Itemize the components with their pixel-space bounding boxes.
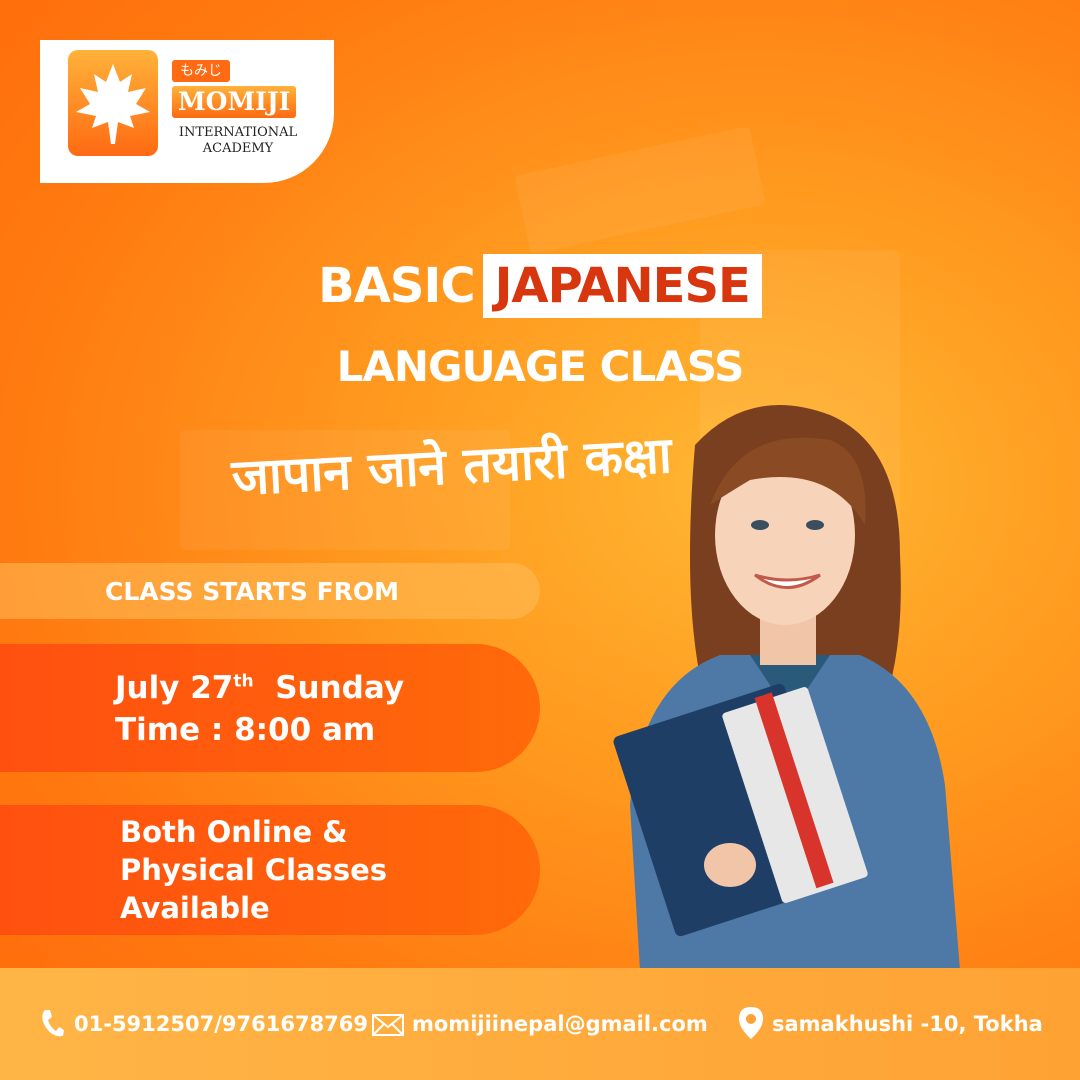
eye-shape — [751, 520, 769, 530]
footer-email[interactable]: momijiinepal@gmail.com — [412, 1012, 708, 1036]
class-starts-pill: CLASS STARTS FROM — [0, 563, 540, 619]
mail-icon — [372, 1014, 404, 1036]
background-book — [514, 125, 766, 255]
schedule-date-month: July 27 — [115, 670, 234, 706]
student-illustration — [613, 405, 960, 970]
logo-leaf-badge — [68, 50, 158, 156]
schedule-date-suffix: th — [233, 671, 254, 692]
availability-line2: Physical Classes — [120, 853, 388, 887]
logo-brand-name: MOMIJI — [172, 86, 297, 118]
logo-subtitle: INTERNATIONAL ACADEMY — [168, 125, 308, 157]
maple-leaf-icon — [76, 64, 150, 144]
schedule-date: July 27th Sunday — [115, 670, 404, 706]
headline: BASIC JAPANESE — [0, 254, 1080, 318]
phone-icon — [42, 1010, 64, 1037]
schedule-time: Time : 8:00 am — [115, 712, 376, 748]
location-pin-icon — [739, 1007, 763, 1039]
availability-line3: Available — [120, 891, 270, 925]
headline-word-japanese: JAPANESE — [482, 254, 762, 318]
availability-pill: Both Online & Physical Classes Available — [0, 805, 540, 935]
hand-shape — [704, 843, 756, 887]
eye-shape — [806, 520, 824, 530]
logo-card[interactable]: もみじ MOMIJI INTERNATIONAL ACADEMY — [40, 40, 334, 183]
contact-footer: 01-5912507/9761678769 momijiinepal@gmail… — [0, 968, 1080, 1080]
schedule-date-day: Sunday — [275, 670, 405, 706]
poster: もみじ MOMIJI INTERNATIONAL ACADEMY BASIC JA… — [0, 0, 1080, 1080]
schedule-pill: July 27th Sunday Time : 8:00 am — [0, 644, 540, 772]
logo-subtitle-line1: INTERNATIONAL — [178, 125, 298, 140]
logo-japanese-text: もみじ — [172, 60, 230, 82]
headline-line2: LANGUAGE CLASS — [336, 342, 745, 391]
logo-subtitle-line2: ACADEMY — [202, 141, 274, 156]
footer-address[interactable]: samakhushi -10, Tokha — [772, 1012, 1043, 1036]
availability-line1: Both Online & — [120, 815, 348, 849]
headline-word-basic: BASIC — [318, 258, 475, 314]
class-starts-label: CLASS STARTS FROM — [105, 577, 400, 606]
footer-phone[interactable]: 01-5912507/9761678769 — [74, 1012, 368, 1036]
